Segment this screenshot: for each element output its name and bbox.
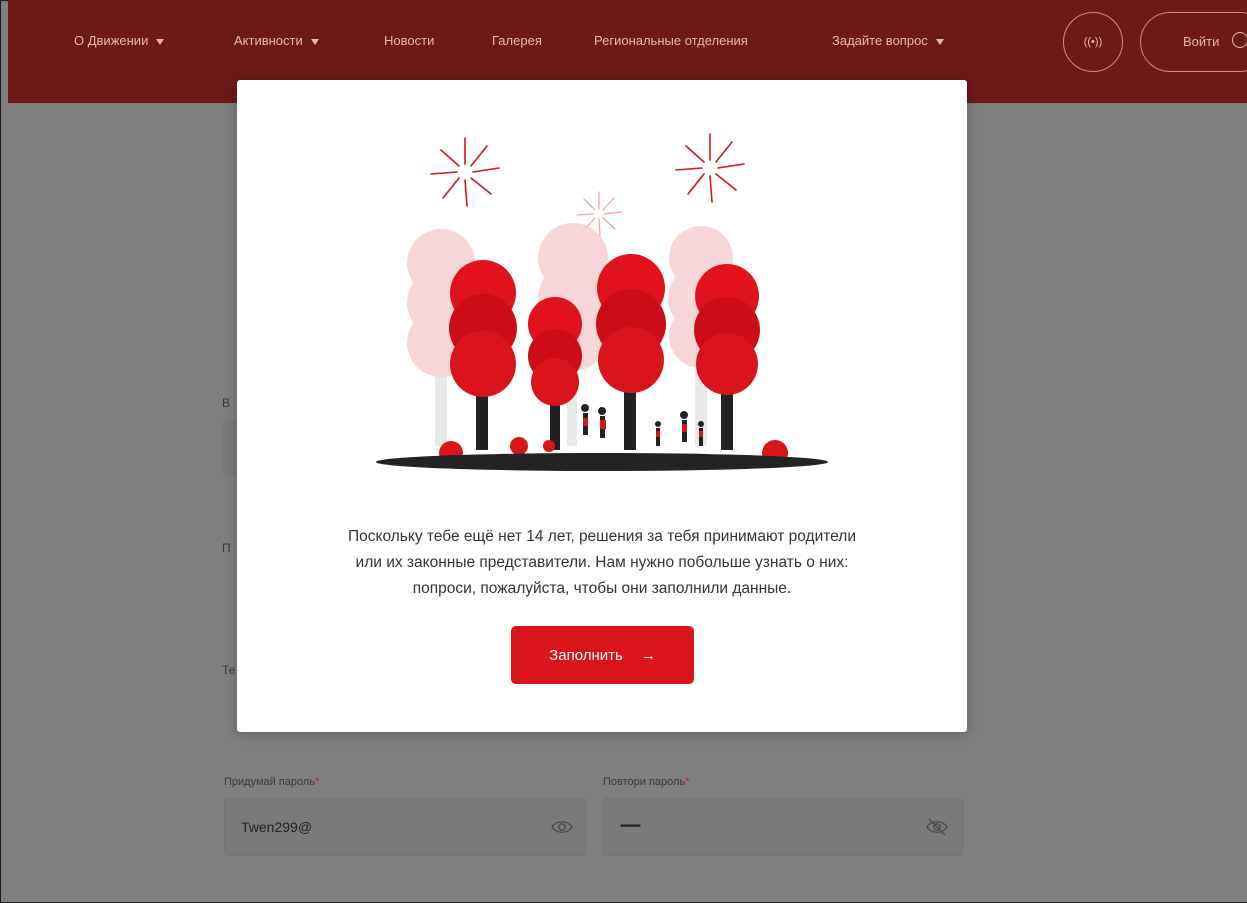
caret-down-icon bbox=[935, 38, 944, 45]
login-label: Войти bbox=[1183, 34, 1220, 49]
password-repeat-label: Повтори пароль* bbox=[603, 776, 689, 788]
form-label-partial: П bbox=[222, 541, 231, 555]
message-line: или их законные представители. Нам нужно… bbox=[355, 554, 849, 571]
login-button[interactable]: Войти bbox=[1140, 12, 1247, 72]
modal-message: Поскольку тебе ещё нет 14 лет, решения з… bbox=[237, 524, 967, 602]
caret-down-icon bbox=[156, 38, 165, 45]
nav-label: Активности bbox=[234, 33, 303, 48]
eye-icon[interactable] bbox=[551, 817, 573, 837]
radio-icon: ((•)) bbox=[1083, 36, 1103, 48]
nav-item-news[interactable]: Новости bbox=[384, 33, 434, 48]
fill-button-label: Заполнить bbox=[549, 646, 623, 664]
nav-label: Задайте вопрос bbox=[832, 33, 928, 48]
nav-item-gallery[interactable]: Галерея bbox=[492, 33, 542, 48]
password-label: Придумай пароль* bbox=[224, 776, 319, 788]
message-line: Поскольку тебе ещё нет 14 лет, решения з… bbox=[348, 528, 856, 545]
nav-item-about[interactable]: О Движении bbox=[74, 33, 165, 48]
password-value: Twen299@ bbox=[241, 819, 313, 835]
form-label-partial: Те bbox=[222, 663, 236, 677]
form-label-partial: В bbox=[222, 396, 231, 410]
celebration-illustration bbox=[376, 133, 828, 471]
main-nav: О Движении Активности Новости Галерея Ре… bbox=[8, 0, 1008, 86]
nav-label: Галерея bbox=[492, 33, 542, 48]
nav-label: О Движении bbox=[74, 33, 149, 48]
nav-label: Новости bbox=[384, 33, 435, 48]
nav-label: Региональные отделения bbox=[594, 33, 748, 48]
nav-item-activities[interactable]: Активности bbox=[234, 33, 319, 48]
password-repeat-field[interactable]: •••••••• bbox=[603, 798, 963, 856]
arrow-right-icon: → bbox=[640, 646, 656, 664]
message-line: попроси, пожалуйста, чтобы они заполнили… bbox=[412, 580, 792, 597]
password-repeat-label-text: Повтори пароль bbox=[603, 776, 686, 788]
nav-item-ask[interactable]: Задайте вопрос bbox=[832, 33, 944, 48]
fill-data-button[interactable]: Заполнить → bbox=[511, 626, 694, 684]
ground-shadow bbox=[376, 453, 828, 471]
nav-item-regions[interactable]: Региональные отделения bbox=[594, 33, 748, 48]
password-label-text: Придумай пароль bbox=[224, 776, 316, 788]
eye-off-icon[interactable] bbox=[926, 817, 948, 837]
user-icon bbox=[1232, 32, 1247, 48]
caret-down-icon bbox=[310, 38, 319, 45]
required-mark: * bbox=[685, 776, 690, 788]
age-notice-modal: Поскольку тебе ещё нет 14 лет, решения з… bbox=[237, 80, 967, 732]
required-mark: * bbox=[315, 776, 320, 788]
password-repeat-value: •••••••• bbox=[620, 821, 641, 832]
radio-button[interactable]: ((•)) bbox=[1063, 12, 1123, 72]
firework-icon bbox=[430, 133, 745, 207]
password-field[interactable]: Twen299@ bbox=[224, 798, 586, 856]
